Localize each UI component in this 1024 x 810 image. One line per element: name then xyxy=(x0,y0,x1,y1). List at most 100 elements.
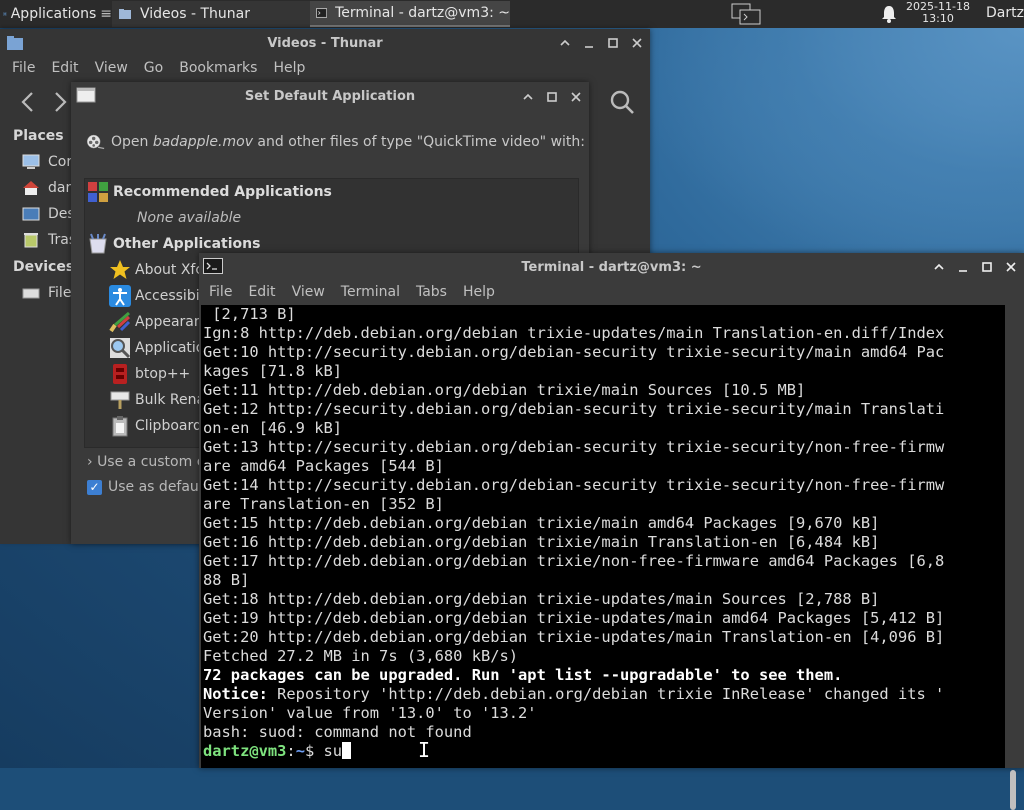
terminal-window-buttons xyxy=(932,260,1018,274)
terminal-line: Get:18 http://deb.debian.org/debian trix… xyxy=(203,590,880,608)
maximize-icon[interactable] xyxy=(606,36,620,50)
menu-go[interactable]: Go xyxy=(136,60,171,76)
menu-file[interactable]: File xyxy=(199,284,240,300)
paint-brush-icon xyxy=(109,311,131,333)
minimize-icon[interactable] xyxy=(956,260,970,274)
terminal-window: Terminal - dartz@vm3: ~ File Edit View T… xyxy=(199,253,1024,810)
recommended-apps-icon xyxy=(88,182,108,202)
menu-bookmarks[interactable]: Bookmarks xyxy=(171,60,265,76)
thunar-menubar: File Edit View Go Bookmarks Help xyxy=(0,56,650,80)
close-icon[interactable] xyxy=(569,90,583,104)
minimize-icon[interactable] xyxy=(582,36,596,50)
terminal-upgrade-line: 72 packages can be upgraded. Run 'apt li… xyxy=(203,666,843,684)
app-item-clipboard[interactable]: Clipboard xyxy=(109,415,202,437)
terminal-line: Get:10 http://security.debian.org/debian… xyxy=(203,343,945,361)
terminal-line: are amd64 Packages [544 B] xyxy=(203,457,444,475)
notice-text: Repository 'http://deb.debian.org/debian… xyxy=(267,685,945,703)
app-item-about-xfce[interactable]: About Xfc xyxy=(109,259,203,281)
sidebar-item-computer[interactable]: Cor xyxy=(22,154,72,170)
sidebar-item-home[interactable]: dar xyxy=(22,180,71,196)
btop-icon xyxy=(113,364,127,384)
other-group[interactable]: Other Applications xyxy=(87,233,260,255)
desktop-icon xyxy=(22,207,40,221)
prompt-separator: : xyxy=(286,742,296,760)
sidebar-label: Cor xyxy=(48,154,73,170)
app-label: Appearan xyxy=(135,314,203,330)
use-as-default-checkbox[interactable]: ✓ Use as defaul xyxy=(87,479,203,495)
prompt-user: dartz@vm3 xyxy=(203,742,287,760)
dialog-titlebar[interactable]: Set Default Application xyxy=(71,82,589,110)
terminal-line: are Translation-en [352 B] xyxy=(203,495,444,513)
menu-help[interactable]: Help xyxy=(455,284,503,300)
terminal-line: Get:14 http://security.debian.org/debian… xyxy=(203,476,945,494)
terminal-line: Get:13 http://security.debian.org/debian… xyxy=(203,438,945,456)
maximize-up-icon[interactable] xyxy=(558,36,572,50)
dialog-message-file: badapple.mov xyxy=(152,134,253,150)
sidebar-item-filesystem[interactable]: File xyxy=(22,285,71,301)
search-icon[interactable] xyxy=(609,89,635,115)
maximize-up-icon[interactable] xyxy=(521,90,535,104)
trash-icon xyxy=(24,233,38,248)
chevron-right-icon: › xyxy=(87,454,93,470)
dialog-message: Open badapple.mov and other files of typ… xyxy=(111,134,585,150)
app-label: Bulk Rena xyxy=(135,392,206,408)
dialog-message-prefix: Open xyxy=(110,134,153,150)
applications-menu-button[interactable]: Applications ≡ xyxy=(0,0,112,28)
dialog-message-suffix: and other files of type "QuickTime video… xyxy=(252,134,585,150)
taskbar-item-terminal[interactable]: Terminal - dartz@vm3: ~ xyxy=(310,1,510,27)
terminal-titlebar[interactable]: Terminal - dartz@vm3: ~ xyxy=(199,253,1024,281)
menu-terminal[interactable]: Terminal xyxy=(333,284,408,300)
menu-view[interactable]: View xyxy=(87,60,136,76)
terminal-line: Get:17 http://deb.debian.org/debian trix… xyxy=(203,552,945,570)
terminal-title: Terminal - dartz@vm3: ~ xyxy=(521,259,702,275)
sidebar-item-desktop[interactable]: Des xyxy=(22,206,75,222)
menu-view[interactable]: View xyxy=(284,284,333,300)
menu-edit[interactable]: Edit xyxy=(43,60,86,76)
command-input[interactable]: su xyxy=(324,742,343,760)
terminal-prompt-line[interactable]: dartz@vm3:~$ su xyxy=(203,742,1005,761)
terminal-line: Ign:8 http://deb.debian.org/debian trixi… xyxy=(203,324,945,342)
recommended-group[interactable]: Recommended Applications xyxy=(87,181,332,203)
clipboard-icon xyxy=(112,416,128,437)
app-item-accessibility[interactable]: Accessibi xyxy=(109,285,200,307)
star-icon xyxy=(110,260,130,279)
thunar-titlebar[interactable]: Videos - Thunar xyxy=(0,29,650,57)
dialog-header: Open badapple.mov and other files of typ… xyxy=(85,122,585,162)
custom-command-expander[interactable]: › Use a custom c xyxy=(87,454,204,470)
mouse-ibeam-cursor-icon: I xyxy=(418,738,431,762)
close-icon[interactable] xyxy=(630,36,644,50)
menu-edit[interactable]: Edit xyxy=(240,284,283,300)
app-label: Accessibi xyxy=(135,288,200,304)
menu-file[interactable]: File xyxy=(0,60,43,76)
thunar-title: Videos - Thunar xyxy=(267,35,383,51)
app-label: About Xfc xyxy=(135,262,204,278)
terminal-scrollbar[interactable] xyxy=(1005,305,1021,810)
maximize-icon[interactable] xyxy=(545,90,559,104)
app-item-btop[interactable]: btop++ xyxy=(109,363,190,385)
other-apps-icon xyxy=(89,233,107,254)
taskbar-item-thunar[interactable]: Videos - Thunar xyxy=(112,1,310,27)
sidebar-item-trash[interactable]: Tras xyxy=(22,232,76,248)
menu-help[interactable]: Help xyxy=(265,60,313,76)
terminal-line: on-en [46.9 kB] xyxy=(203,419,342,437)
forward-arrow-icon[interactable] xyxy=(52,90,68,114)
notice-label: Notice: xyxy=(203,685,268,703)
top-panel: Applications ≡ Videos - Thunar Terminal … xyxy=(0,0,1024,28)
other-heading: Other Applications xyxy=(113,236,261,252)
notification-bell-icon[interactable] xyxy=(881,5,897,23)
user-menu[interactable]: Dartz xyxy=(986,5,1024,21)
terminal-output[interactable]: [2,713 B] Ign:8 http://deb.debian.org/de… xyxy=(201,305,1005,768)
close-icon[interactable] xyxy=(1004,260,1018,274)
app-item-application-finder[interactable]: Applicatio xyxy=(109,337,204,359)
terminal-line: Get:20 http://deb.debian.org/debian trix… xyxy=(203,628,945,646)
clock[interactable]: 2025-11-18 13:10 xyxy=(906,1,970,25)
terminal-launcher-icon[interactable] xyxy=(730,2,764,26)
back-arrow-icon[interactable] xyxy=(18,90,38,114)
app-item-bulk-rename[interactable]: Bulk Rena xyxy=(109,389,205,411)
text-cursor xyxy=(342,742,352,759)
maximize-up-icon[interactable] xyxy=(932,260,946,274)
menu-tabs[interactable]: Tabs xyxy=(408,284,455,300)
maximize-icon[interactable] xyxy=(980,260,994,274)
scrollbar-thumb[interactable] xyxy=(1010,770,1016,810)
app-item-appearance[interactable]: Appearan xyxy=(109,311,203,333)
